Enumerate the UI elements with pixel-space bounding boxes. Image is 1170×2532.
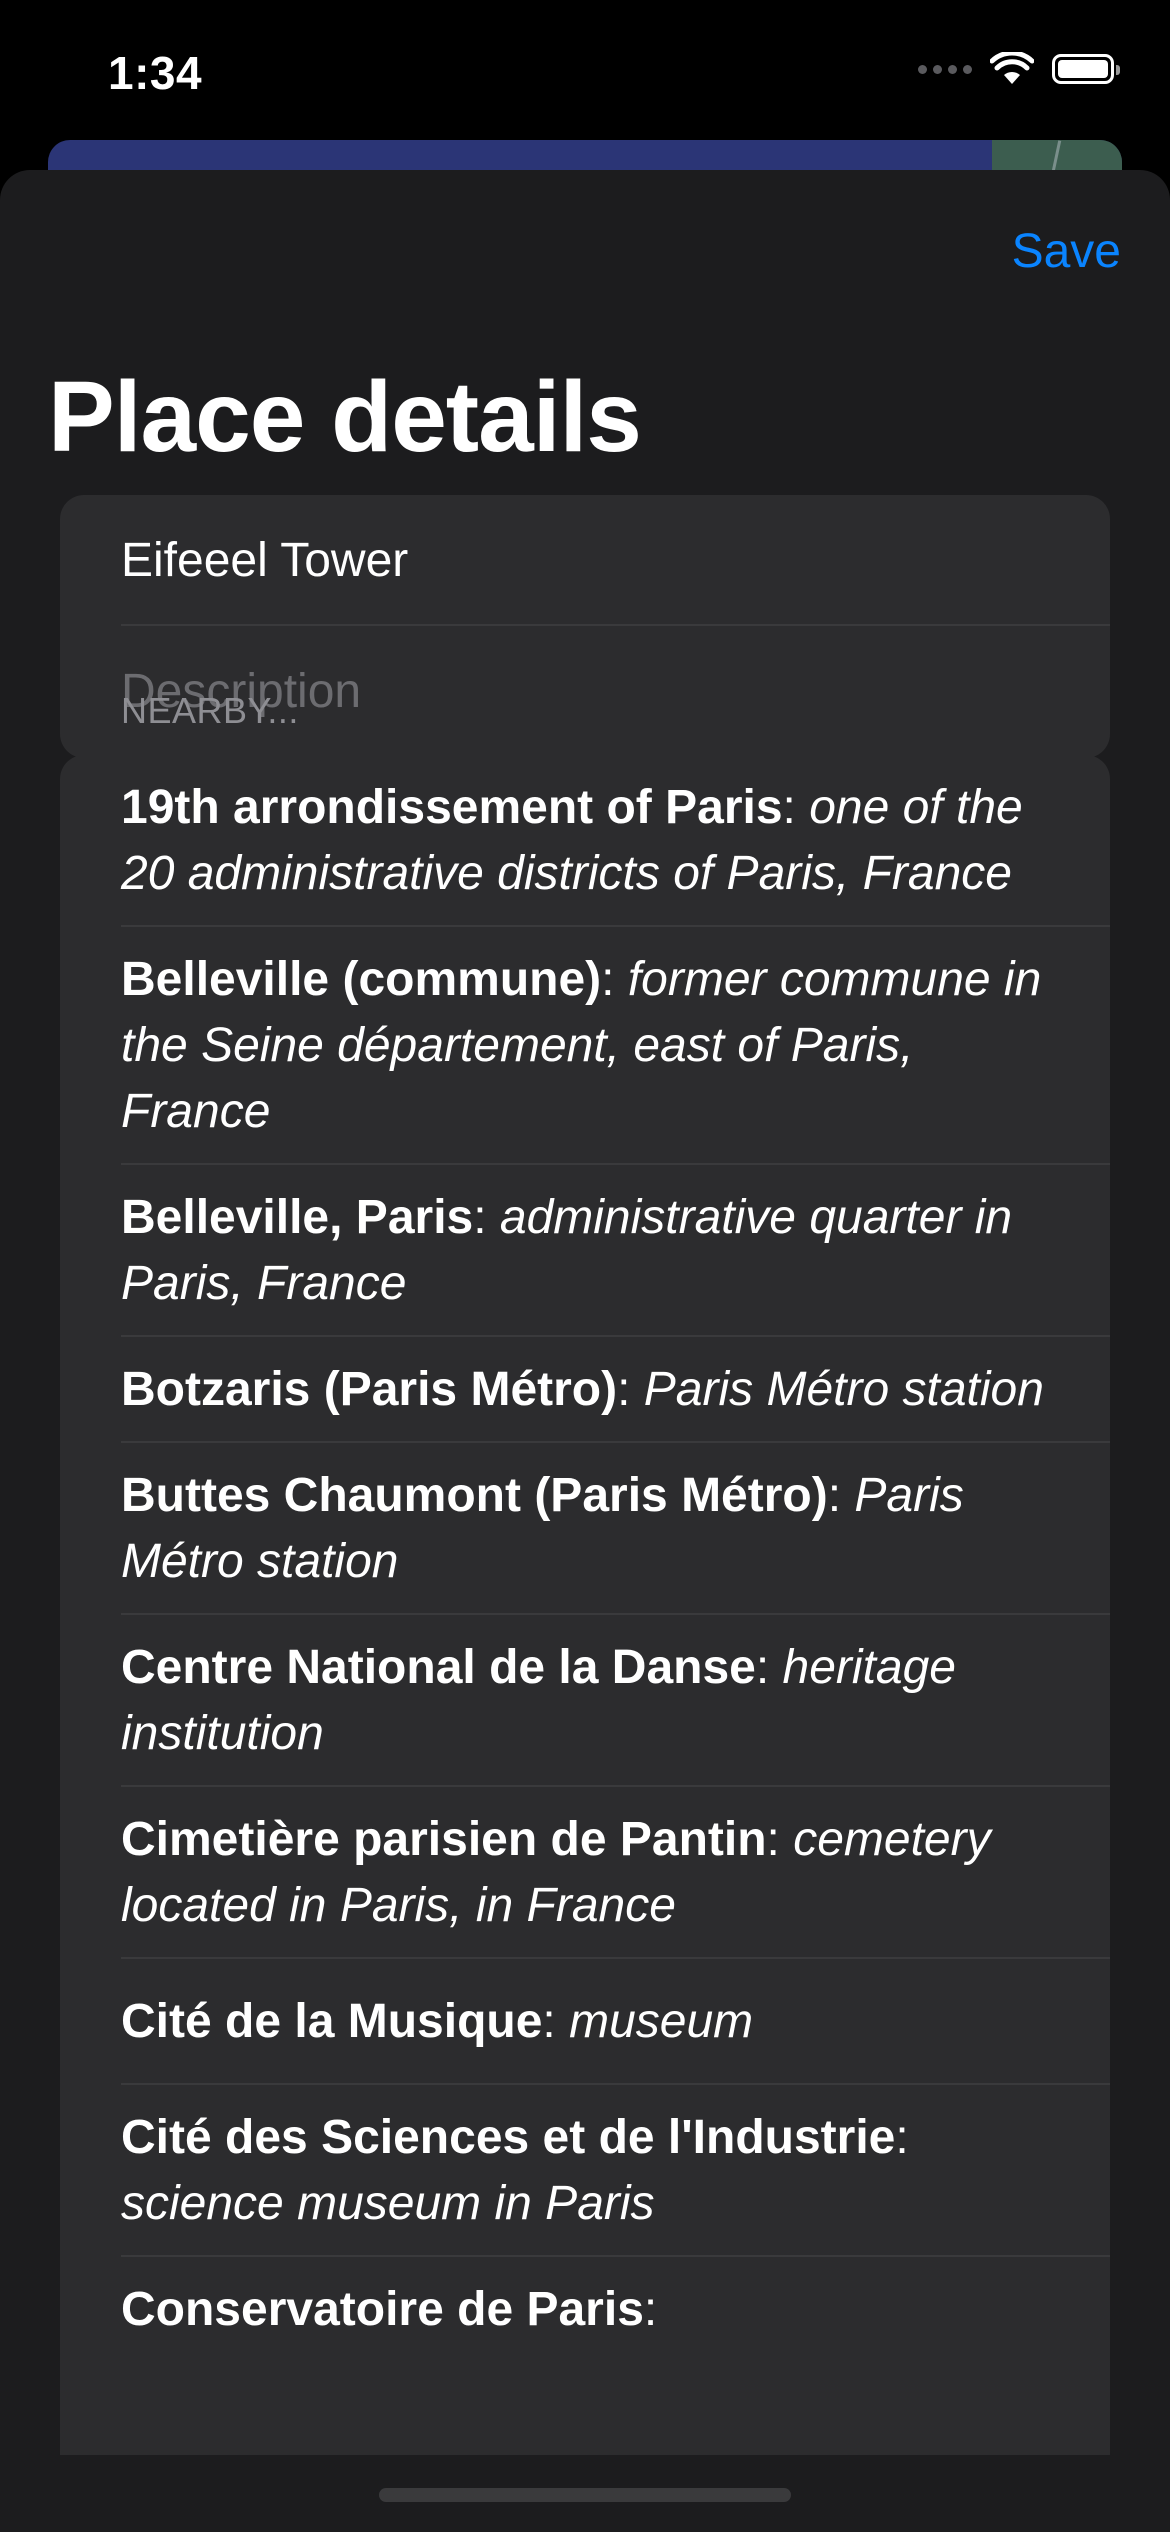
item-name: Cité des Sciences et de l'Industrie bbox=[121, 2111, 896, 2164]
cellular-signal-icon bbox=[918, 64, 972, 74]
item-separator: : bbox=[643, 2283, 658, 2336]
name-field-row bbox=[60, 495, 1110, 626]
item-separator: : bbox=[601, 953, 628, 1006]
nearby-list: 19th arrondissement of Paris: one of the… bbox=[60, 755, 1110, 2455]
save-button[interactable]: Save bbox=[1012, 224, 1121, 279]
item-name: 19th arrondissement of Paris bbox=[121, 781, 783, 834]
item-separator: : bbox=[755, 1641, 783, 1694]
item-name: Conservatoire de Paris bbox=[121, 2283, 644, 2336]
item-description: museum bbox=[569, 1995, 754, 2048]
list-item[interactable]: Cité des Sciences et de l'Industrie: sci… bbox=[60, 2085, 1110, 2257]
item-name: Centre National de la Danse bbox=[121, 1641, 756, 1694]
nearby-section-header: NEARBY... bbox=[121, 690, 299, 731]
item-name: Buttes Chaumont (Paris Métro) bbox=[121, 1469, 828, 1522]
list-item[interactable]: Centre National de la Danse: heritage in… bbox=[60, 1615, 1110, 1787]
list-item[interactable]: Cimetière parisien de Pantin: cemetery l… bbox=[60, 1787, 1110, 1959]
item-description: science museum in Paris bbox=[121, 2177, 655, 2230]
status-time: 1:34 bbox=[108, 47, 203, 99]
home-indicator[interactable] bbox=[379, 2488, 791, 2502]
page-title: Place details bbox=[48, 361, 642, 473]
wifi-icon bbox=[990, 52, 1034, 84]
item-separator: : bbox=[827, 1469, 855, 1522]
name-field[interactable] bbox=[121, 533, 1061, 588]
item-separator: : bbox=[473, 1191, 500, 1244]
list-item[interactable]: Botzaris (Paris Métro): Paris Métro stat… bbox=[60, 1337, 1110, 1443]
item-description: Paris Métro station bbox=[643, 1363, 1044, 1416]
item-separator: : bbox=[766, 1813, 794, 1866]
list-item[interactable]: Buttes Chaumont (Paris Métro): Paris Mét… bbox=[60, 1443, 1110, 1615]
item-name: Cimetière parisien de Pantin bbox=[121, 1813, 767, 1866]
item-separator: : bbox=[542, 1995, 570, 2048]
item-separator: : bbox=[895, 2111, 909, 2164]
item-separator: : bbox=[617, 1363, 644, 1416]
list-item[interactable]: Cité de la Musique: museum bbox=[60, 1959, 1110, 2085]
item-name: Cité de la Musique bbox=[121, 1995, 543, 2048]
list-item[interactable]: 19th arrondissement of Paris: one of the… bbox=[60, 755, 1110, 927]
item-name: Botzaris (Paris Métro) bbox=[121, 1363, 618, 1416]
list-item[interactable]: Belleville (commune): former commune in … bbox=[60, 927, 1110, 1165]
item-name: Belleville, Paris bbox=[121, 1191, 474, 1244]
list-item[interactable]: Belleville, Paris: administrative quarte… bbox=[60, 1165, 1110, 1337]
item-separator: : bbox=[782, 781, 810, 834]
status-indicators bbox=[918, 52, 1120, 86]
battery-icon bbox=[1052, 54, 1120, 84]
item-name: Belleville (commune) bbox=[121, 953, 602, 1006]
list-item[interactable]: Conservatoire de Paris: bbox=[60, 2257, 1110, 2363]
status-bar: 1:34 bbox=[0, 0, 1170, 140]
